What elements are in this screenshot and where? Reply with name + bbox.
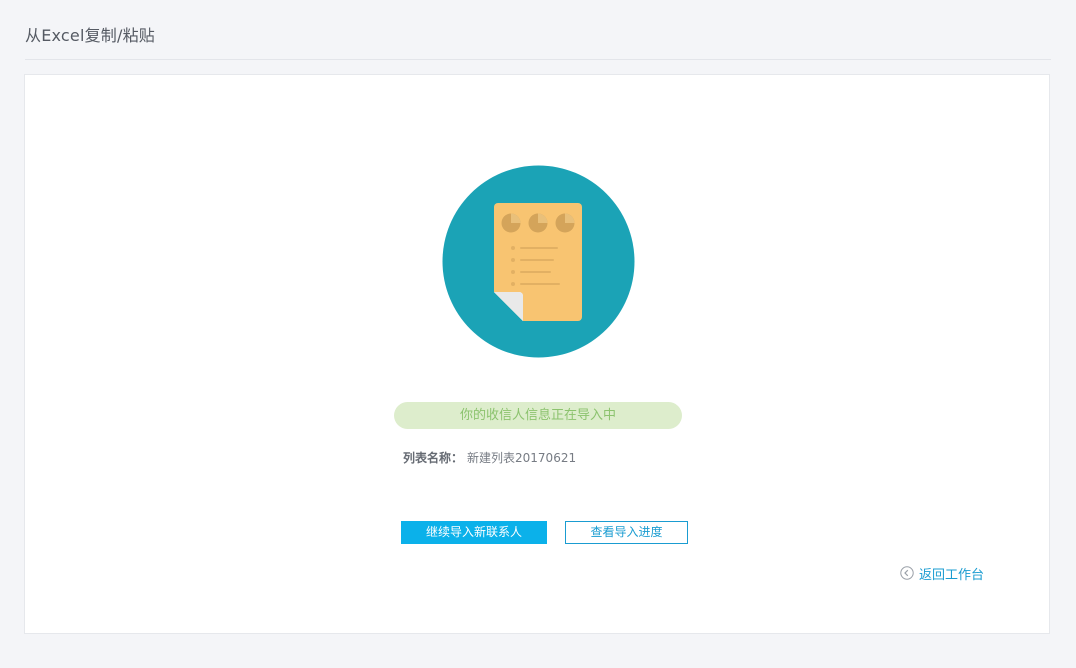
list-name-label: 列表名称： <box>403 451 464 465</box>
document-illustration-icon <box>442 165 635 358</box>
list-name-row: 列表名称： 新建列表20170621 <box>403 449 576 466</box>
content-card: 你的收信人信息正在导入中 列表名称： 新建列表20170621 继续导入新联系人 … <box>24 74 1050 634</box>
page-title: 从Excel复制/粘贴 <box>25 26 155 45</box>
continue-import-button[interactable]: 继续导入新联系人 <box>401 521 547 544</box>
back-link-label: 返回工作台 <box>919 567 985 583</box>
import-status-badge: 你的收信人信息正在导入中 <box>394 402 682 429</box>
view-progress-button[interactable]: 查看导入进度 <box>565 521 688 544</box>
chevron-left-circle-icon <box>900 566 914 580</box>
back-to-workbench-link[interactable]: 返回工作台 <box>900 564 985 583</box>
page-header: 从Excel复制/粘贴 <box>25 0 1051 60</box>
list-name-value: 新建列表20170621 <box>467 451 577 465</box>
